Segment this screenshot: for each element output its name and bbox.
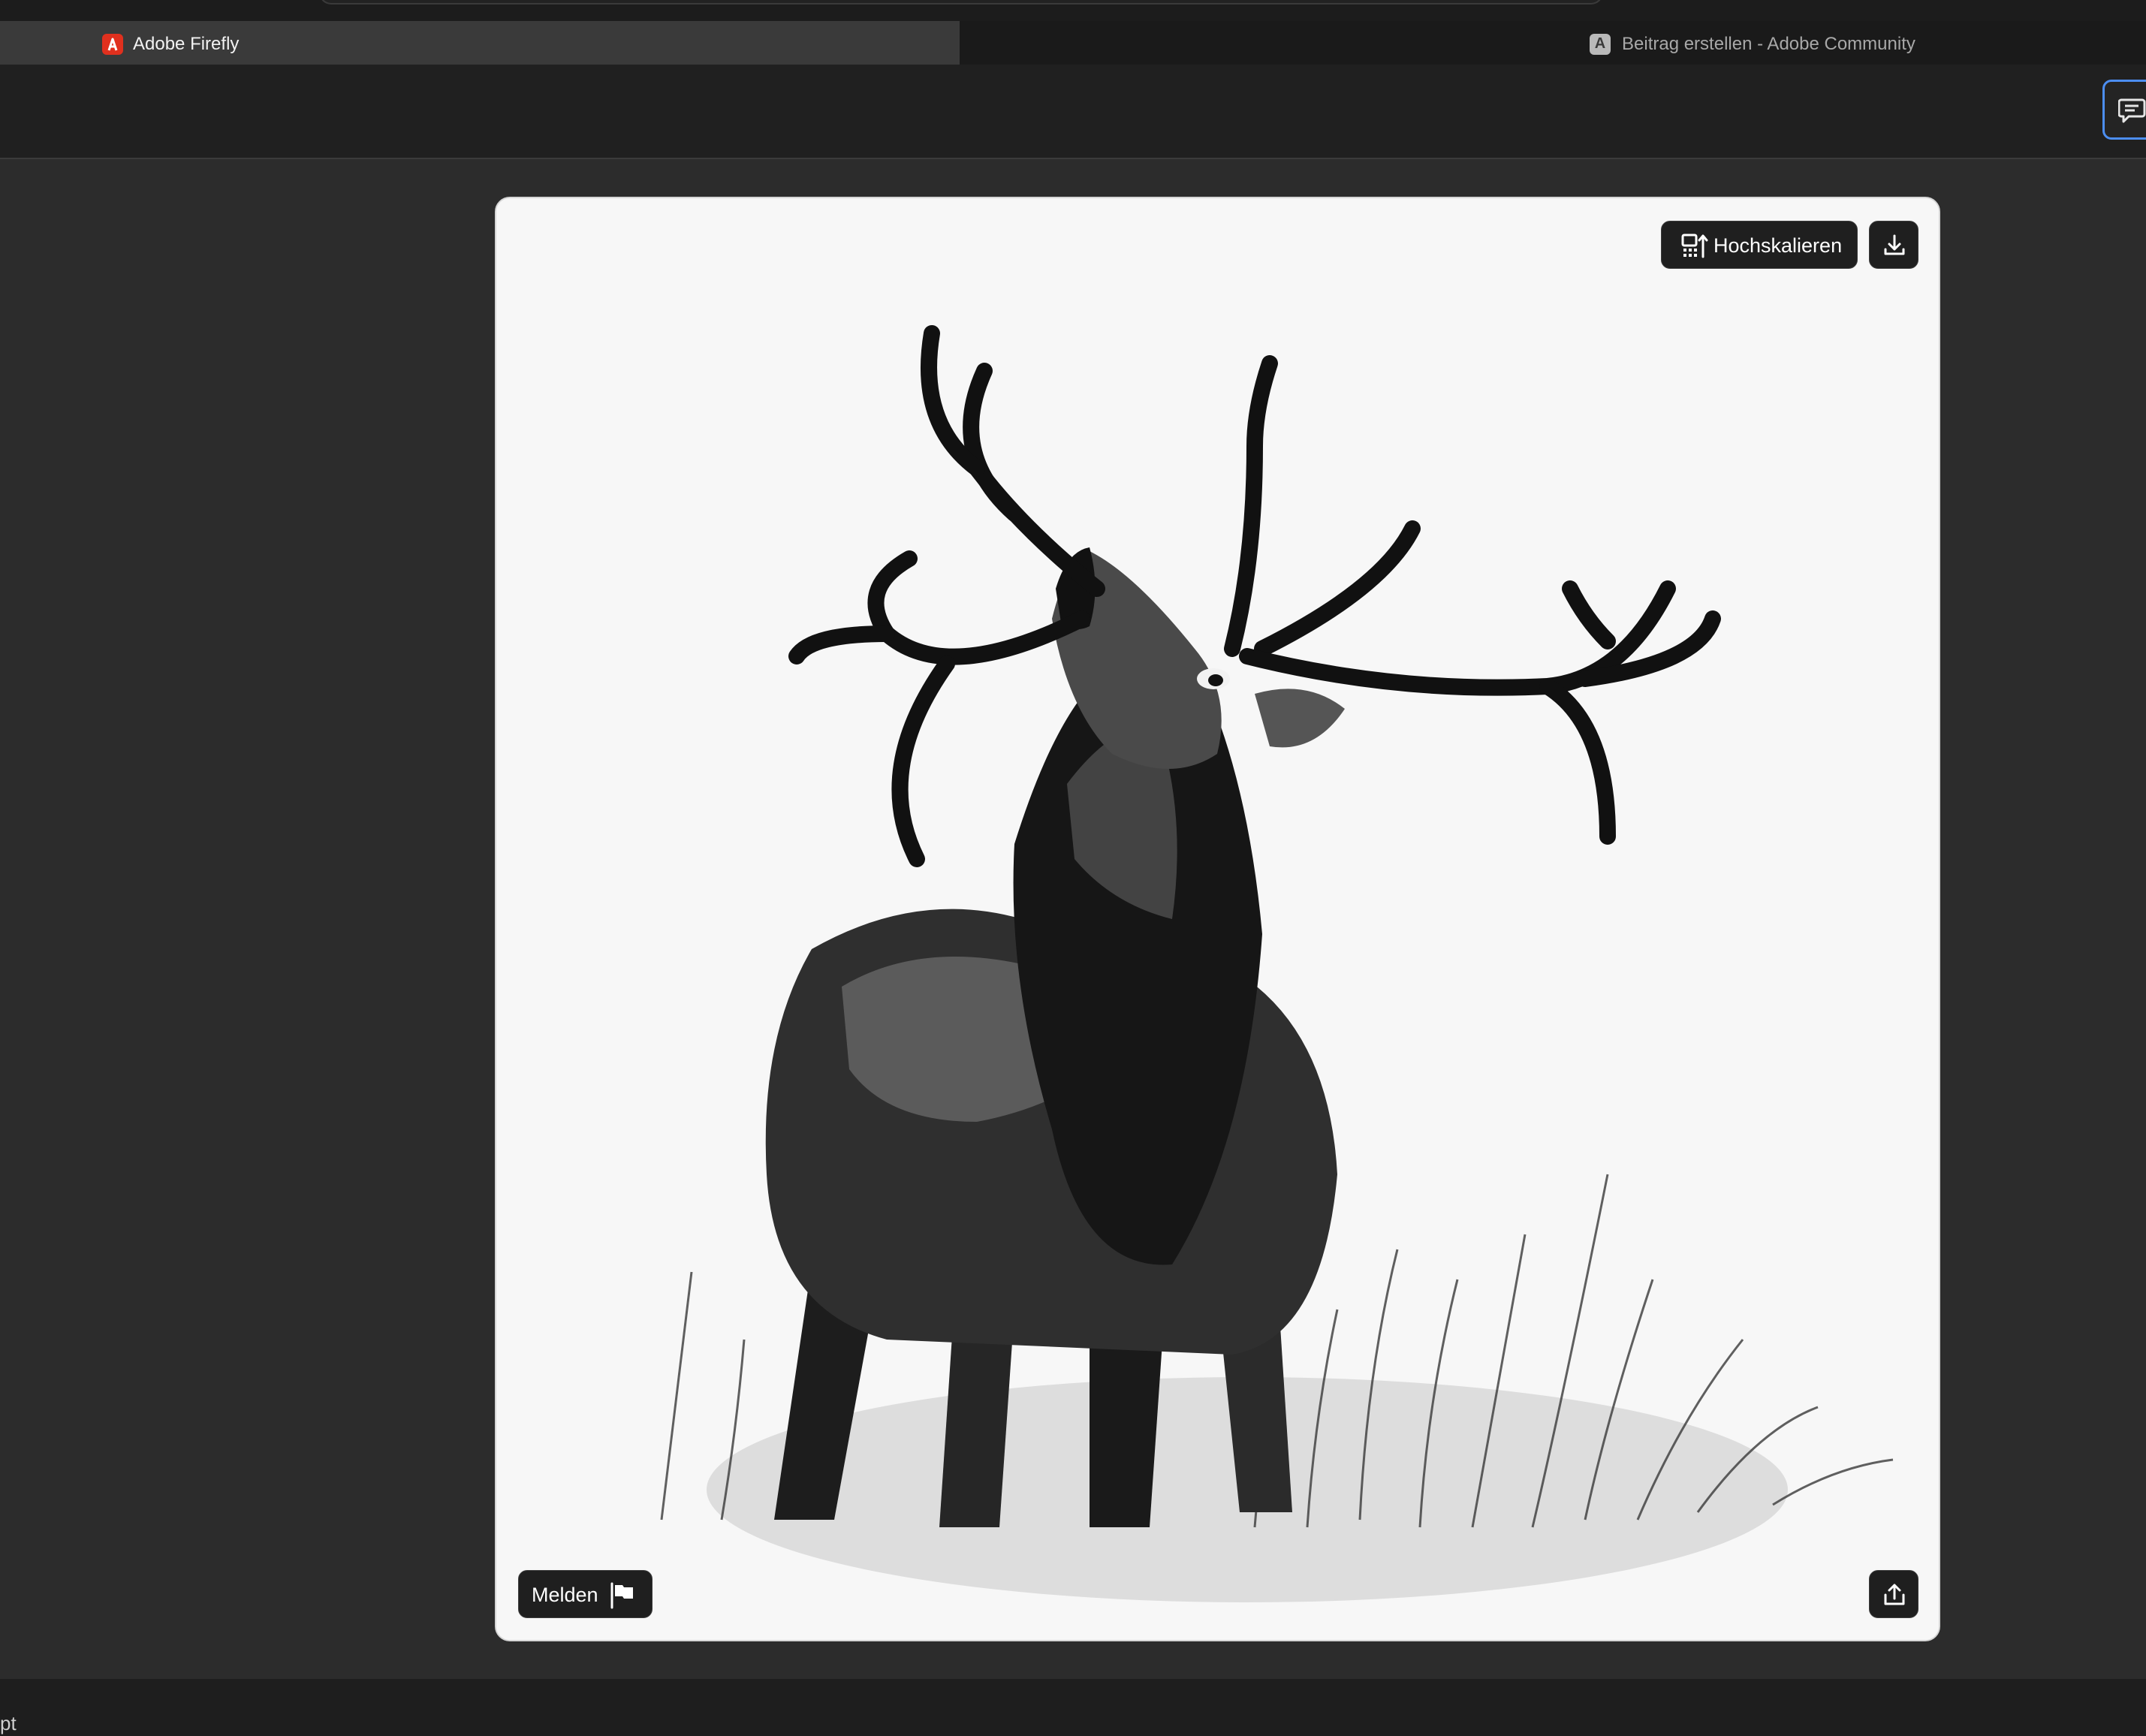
share-button[interactable]	[1869, 1570, 1918, 1618]
tab-adobe-community[interactable]	[960, 21, 2146, 65]
app-header	[0, 65, 2146, 159]
tab-title: Beitrag erstellen - Adobe Community	[1622, 34, 1915, 54]
feedback-button[interactable]	[2102, 80, 2146, 140]
upscale-label: Hochskalieren	[1713, 234, 1843, 257]
share-icon	[1884, 1584, 1905, 1605]
bottom-panel	[0, 1679, 2146, 1736]
generated-image-card[interactable]	[495, 197, 1940, 1641]
report-label: Melden	[532, 1584, 598, 1606]
chat-feedback-icon	[2118, 98, 2146, 123]
adobe-community-icon: A	[1590, 34, 1611, 55]
tab-title: Adobe Firefly	[133, 34, 240, 54]
download-button[interactable]	[1869, 221, 1918, 269]
upscale-button[interactable]: Hochskalieren	[1661, 221, 1858, 269]
browser-tab-strip: Adobe Firefly A Beitrag erstellen - Adob…	[0, 0, 2146, 65]
stag-illustration	[496, 198, 1939, 1640]
upscale-icon	[1681, 234, 1708, 258]
address-bar-edge[interactable]	[319, 0, 1603, 5]
tab-icon-letter: A	[1594, 35, 1606, 52]
flag-icon	[610, 1582, 633, 1609]
adobe-firefly-icon	[102, 34, 123, 55]
download-icon	[1884, 234, 1905, 255]
prompt-label-fragment: pt	[0, 1712, 17, 1734]
report-button[interactable]: Melden	[518, 1570, 653, 1618]
